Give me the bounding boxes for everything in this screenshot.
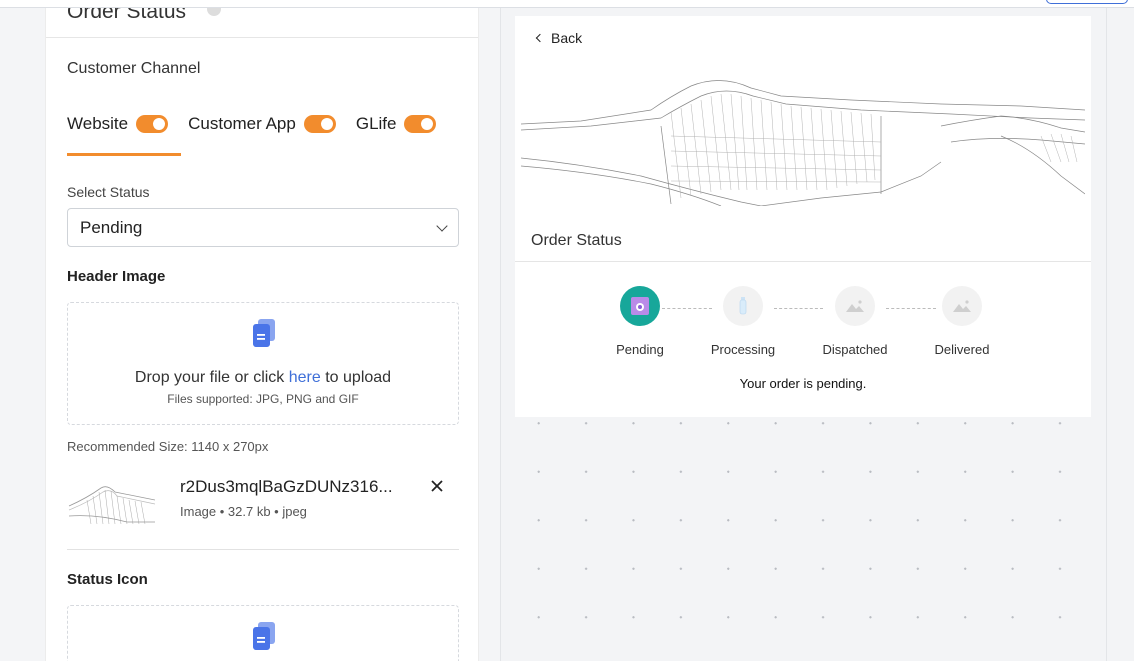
website-toggle[interactable]: [136, 115, 169, 133]
step-pending: Pending: [590, 286, 690, 357]
right-gutter: [1107, 8, 1134, 661]
select-status-label: Select Status: [67, 184, 150, 200]
step-icon: [723, 286, 763, 326]
settings-panel: Order Status Customer Channel Website Cu…: [45, 8, 479, 661]
upload-link[interactable]: here: [289, 369, 321, 386]
step-label: Dispatched: [822, 342, 888, 357]
divider: [46, 37, 478, 38]
header-image-label: Header Image: [67, 268, 166, 285]
back-label: Back: [551, 30, 583, 46]
upload-prompt-text-end: to upload: [320, 369, 392, 386]
step-label: Pending: [616, 342, 664, 357]
glife-toggle[interactable]: [404, 115, 437, 133]
status-select[interactable]: Pending: [67, 208, 459, 247]
recommended-size: Recommended Size: 1140 x 270px: [67, 439, 269, 454]
channel-label: Customer App: [188, 114, 296, 133]
remove-file-icon[interactable]: [429, 478, 445, 494]
status-icon-label: Status Icon: [67, 571, 148, 588]
upload-prompt-text: Drop your file or click: [134, 369, 289, 386]
info-icon[interactable]: [207, 8, 221, 16]
image-placeholder-icon: [846, 300, 864, 312]
step-processing: Processing: [693, 286, 793, 357]
uploaded-file-name: r2Dus3mqlBaGzDUNz316...: [180, 477, 393, 496]
step-icon: [835, 286, 875, 326]
supported-formats: Files supported: JPG, PNG and GIF: [167, 392, 359, 406]
active-tab-indicator: [67, 153, 181, 156]
status-message: Your order is pending.: [739, 376, 867, 391]
upload-prompt: Drop your file or click here to upload: [68, 369, 458, 387]
channel-tab-website[interactable]: Website: [67, 114, 169, 134]
customer-channel-label: Customer Channel: [67, 60, 201, 77]
image-placeholder-icon: [953, 300, 971, 312]
channel-tab-glife[interactable]: GLife: [356, 114, 437, 134]
selected-status: Pending: [80, 217, 143, 237]
step-dispatched: Dispatched: [805, 286, 905, 357]
step-delivered: Delivered: [912, 286, 1012, 357]
header-image-dropzone[interactable]: Drop your file or click here to upload F…: [67, 302, 459, 425]
file-upload-icon: [253, 319, 275, 347]
card-title: Order Status: [531, 232, 622, 249]
step-label: Delivered: [934, 342, 990, 357]
back-button[interactable]: Back: [535, 30, 583, 46]
customer-app-toggle[interactable]: [303, 115, 336, 133]
divider: [67, 549, 459, 550]
step-label: Processing: [710, 342, 776, 357]
step-icon: [620, 286, 660, 326]
channel-tabs: Website Customer App GLife: [67, 114, 456, 134]
channel-tab-customer-app[interactable]: Customer App: [188, 114, 336, 134]
uploaded-image-thumbnail: [68, 486, 155, 525]
divider: [515, 261, 1091, 262]
browser-top-bar: [0, 0, 1134, 8]
status-icon-dropzone[interactable]: [67, 605, 459, 661]
preview-card: Back Order Status Pending Processing Dis…: [515, 16, 1091, 417]
panel-title: Order Status: [67, 8, 187, 23]
chevron-down-icon: [436, 219, 448, 232]
step-icon: [942, 286, 982, 326]
channel-label: GLife: [355, 114, 397, 133]
channel-label: Website: [67, 114, 129, 133]
uploaded-file-meta: Image • 32.7 kb • jpeg: [180, 504, 307, 519]
top-right-button[interactable]: [1046, 0, 1128, 4]
pending-icon: [631, 297, 649, 315]
header-banner-image: [521, 80, 1085, 206]
chevron-left-icon: [535, 33, 545, 43]
file-upload-icon: [253, 622, 275, 650]
bottle-icon: [739, 297, 747, 315]
